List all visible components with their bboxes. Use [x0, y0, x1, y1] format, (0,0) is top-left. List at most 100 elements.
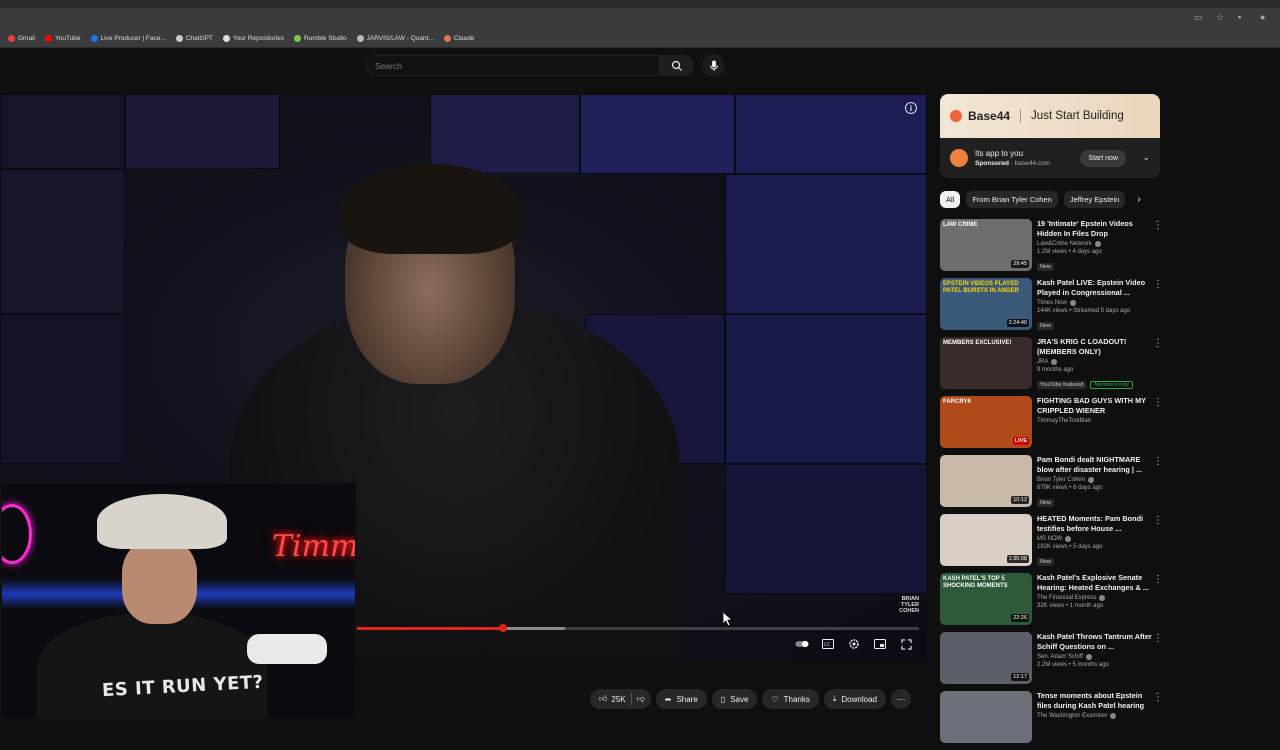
- more-vertical-icon[interactable]: ⋮: [1153, 220, 1163, 231]
- video-badge: YouTube featured: [1037, 381, 1087, 389]
- video-badge: New: [1037, 322, 1055, 330]
- more-vertical-icon[interactable]: ⋮: [1153, 456, 1163, 467]
- channel-name[interactable]: MS NOW: [1037, 536, 1062, 542]
- browser-toolbar: ▭ ☆ ▪ ●: [0, 8, 1280, 30]
- sponsored-ad[interactable]: Base44 Just Start Building Its app to yo…: [940, 94, 1160, 178]
- bookmark-item[interactable]: Claude: [443, 35, 474, 42]
- recommendation-item[interactable]: MEMBERS EXCLUSIVE! JRA'S KRIG C LOADOUT! …: [940, 337, 1165, 396]
- video-duration: 10:12: [1011, 496, 1029, 504]
- channel-name[interactable]: JRA: [1037, 359, 1048, 365]
- subtitles-button[interactable]: CC: [821, 638, 835, 650]
- download-button[interactable]: ⤓ Download: [823, 689, 886, 709]
- more-vertical-icon[interactable]: ⋮: [1153, 397, 1163, 408]
- video-title[interactable]: FIGHTING BAD GUYS WITH MY CRIPPLED WIENE…: [1037, 396, 1155, 416]
- bookmark-item[interactable]: JARVIS/LAW - Quant...: [356, 35, 434, 42]
- ad-banner[interactable]: Base44 Just Start Building: [940, 94, 1160, 138]
- autoplay-toggle[interactable]: [795, 638, 809, 650]
- more-vertical-icon[interactable]: ⋮: [1153, 515, 1163, 526]
- like-button[interactable]: 👍︎ 25K: [599, 694, 626, 704]
- video-title[interactable]: JRA'S KRIG C LOADOUT! (MEMBERS ONLY): [1037, 337, 1155, 357]
- recommendation-item[interactable]: KASH PATEL'S TOP 5 SHOCKING MOMENTS 22:26…: [940, 573, 1165, 632]
- more-vertical-icon[interactable]: ⋮: [1153, 279, 1163, 290]
- channel-name[interactable]: Brian Tyler Cohen: [1037, 477, 1085, 483]
- video-title[interactable]: 19 'Intimate' Epstein Videos Hidden In F…: [1037, 219, 1155, 239]
- channel-name[interactable]: Law&Crime Network: [1037, 241, 1092, 247]
- more-vertical-icon[interactable]: ⋮: [1153, 633, 1163, 644]
- thumbnail-text: KASH PATEL'S TOP 5 SHOCKING MOMENTS: [943, 576, 1008, 589]
- recommendation-item[interactable]: 12:17 Kash Patel Throws Tantrum After Sch…: [940, 632, 1165, 691]
- search-input[interactable]: [367, 56, 659, 76]
- video-thumbnail[interactable]: 1:35:08: [940, 514, 1032, 566]
- bookmark-favicon-icon: [44, 35, 52, 42]
- search-button[interactable]: [660, 55, 694, 76]
- thanks-button[interactable]: ♡ Thanks: [762, 689, 819, 709]
- recommendation-item[interactable]: 1:35:08 HEATED Moments: Pam Bondi testifi…: [940, 514, 1165, 573]
- video-thumbnail[interactable]: LAW CRIME 29:45: [940, 219, 1032, 271]
- video-thumbnail[interactable]: [940, 691, 1032, 743]
- profile-icon[interactable]: ●: [1260, 12, 1270, 22]
- progress-bar[interactable]: [357, 624, 919, 632]
- more-actions-button[interactable]: ⋯: [890, 689, 911, 709]
- channel-name[interactable]: Times Now: [1037, 300, 1067, 306]
- fullscreen-button[interactable]: [899, 638, 913, 650]
- bookmark-star-icon[interactable]: ☆: [1216, 12, 1226, 22]
- settings-button[interactable]: [847, 638, 861, 650]
- video-thumbnail[interactable]: FARCRY6 LIVE: [940, 396, 1032, 448]
- channel-watermark[interactable]: BRIAN TYLER COHEN: [893, 596, 919, 614]
- ad-cta-button[interactable]: Start now: [1080, 150, 1126, 167]
- bookmark-item[interactable]: Your Repositories: [222, 35, 284, 42]
- bookmark-item[interactable]: Gmail: [8, 35, 35, 42]
- bookmark-favicon-icon: [443, 35, 451, 42]
- bookmark-item[interactable]: YouTube: [44, 35, 81, 42]
- bookmark-item[interactable]: Rumble Studio: [293, 35, 347, 42]
- channel-name[interactable]: Sen. Adam Schiff: [1037, 654, 1083, 660]
- more-vertical-icon[interactable]: ⋮: [1153, 692, 1163, 703]
- video-title[interactable]: HEATED Moments: Pam Bondi testifies befo…: [1037, 514, 1155, 534]
- bookmark-item[interactable]: ChatGPT: [175, 35, 213, 42]
- filter-chip[interactable]: From Brian Tyler Cohen: [966, 191, 1058, 208]
- video-title[interactable]: Kash Patel LIVE: Epstein Video Played in…: [1037, 278, 1155, 298]
- extension-icon[interactable]: ▪: [1238, 12, 1248, 22]
- channel-name[interactable]: The Washington Examiner: [1037, 713, 1107, 719]
- recommendation-item[interactable]: Tense moments about Epstein files during…: [940, 691, 1165, 750]
- video-thumbnail[interactable]: 12:17: [940, 632, 1032, 684]
- info-icon[interactable]: i: [905, 102, 917, 114]
- recommendation-item[interactable]: FARCRY6 LIVE FIGHTING BAD GUYS WITH MY CRI…: [940, 396, 1165, 455]
- video-duration: 22:26: [1011, 614, 1029, 622]
- more-vertical-icon[interactable]: ⋮: [1153, 574, 1163, 585]
- video-thumbnail[interactable]: MEMBERS EXCLUSIVE!: [940, 337, 1032, 389]
- video-thumbnail[interactable]: EPSTEIN VIDEOS PLAYED PATEL BURSTS IN AN…: [940, 278, 1032, 330]
- ad-domain: base44.com: [1014, 160, 1051, 167]
- voice-search-button[interactable]: [702, 54, 725, 77]
- channel-name-row: MS NOW: [1037, 536, 1155, 542]
- chevron-right-icon[interactable]: ›: [1137, 194, 1140, 205]
- channel-name[interactable]: The Financial Express: [1037, 595, 1096, 601]
- save-button[interactable]: ▯ Save: [711, 689, 758, 709]
- ad-tagline: Just Start Building: [1031, 110, 1124, 122]
- video-title[interactable]: Pam Bondi dealt NIGHTMARE blow after dis…: [1037, 455, 1155, 475]
- bookmark-icon: ▯: [720, 694, 726, 704]
- dislike-button[interactable]: 👎︎: [637, 694, 645, 704]
- video-thumbnail[interactable]: KASH PATEL'S TOP 5 SHOCKING MOMENTS 22:26: [940, 573, 1032, 625]
- filter-chip[interactable]: Jeffrey Epstein: [1063, 191, 1126, 208]
- video-title[interactable]: Kash Patel Throws Tantrum After Schiff Q…: [1037, 632, 1155, 652]
- bookmark-item[interactable]: Live Producer | Face...: [90, 35, 166, 42]
- filter-chip[interactable]: All: [940, 191, 961, 208]
- streamer-body: [37, 614, 267, 718]
- channel-name[interactable]: TimmayTheToolMan: [1037, 418, 1091, 424]
- video-title[interactable]: Tense moments about Epstein files during…: [1037, 691, 1155, 711]
- recommendation-item[interactable]: EPSTEIN VIDEOS PLAYED PATEL BURSTS IN AN…: [940, 278, 1165, 337]
- video-title[interactable]: Kash Patel's Explosive Senate Hearing: H…: [1037, 573, 1155, 593]
- recommendation-item[interactable]: LAW CRIME 29:45 19 'Intimate' Epstein Vide…: [940, 219, 1165, 278]
- more-vertical-icon[interactable]: ⋮: [1153, 338, 1163, 349]
- share-button[interactable]: ➦ Share: [655, 689, 707, 709]
- install-icon[interactable]: ▭: [1194, 12, 1204, 22]
- heart-dollar-icon: ♡: [771, 694, 779, 704]
- thumbs-down-icon: 👎︎: [636, 694, 645, 703]
- chevron-down-icon[interactable]: ⌄: [1142, 152, 1150, 163]
- thumbnail-text: FARCRY6: [943, 399, 971, 405]
- video-thumbnail[interactable]: 10:12: [940, 455, 1032, 507]
- miniplayer-button[interactable]: [873, 638, 887, 650]
- badge-row: New: [1037, 255, 1155, 273]
- recommendation-item[interactable]: 10:12 Pam Bondi dealt NIGHTMARE blow afte…: [940, 455, 1165, 514]
